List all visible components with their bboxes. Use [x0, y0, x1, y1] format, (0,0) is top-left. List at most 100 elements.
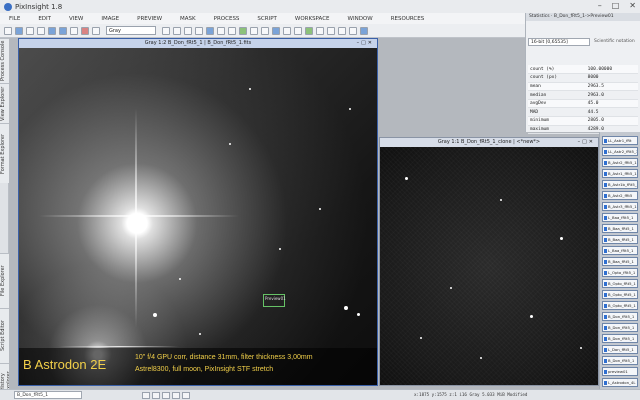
image-window-clone[interactable]: Gray 1:1 B_Don_fRt5_1_clone | <*new*> –□… — [379, 137, 599, 386]
zoom-fit-icon[interactable] — [184, 26, 192, 35]
clone-image[interactable] — [380, 147, 598, 385]
image-icon[interactable]: B_Astr1_fRt5_1 — [602, 169, 638, 178]
menu-window[interactable]: WINDOW — [339, 16, 382, 22]
image-icon[interactable]: B_Astr3_fRt5_1 — [602, 202, 638, 211]
mask-icon[interactable] — [81, 26, 89, 35]
next-frame-icon[interactable] — [172, 391, 180, 399]
image-icon[interactable]: LL_Astr1_fRt — [602, 136, 638, 145]
image-icon[interactable]: B_Don_fRt5_1 — [602, 356, 638, 365]
active-view-select[interactable]: B_Don_fRt5_1 — [14, 391, 82, 399]
select-icon[interactable] — [217, 26, 225, 35]
tab-file-explorer[interactable]: File Explorer — [0, 253, 9, 308]
menu-mask[interactable]: MASK — [171, 16, 205, 22]
image-icon[interactable]: B_Opto_fRt5_1 — [602, 290, 638, 299]
save-icon[interactable] — [26, 26, 34, 35]
image-icon[interactable]: B_Astr2_fRt5 — [602, 191, 638, 200]
caption-line-2: Astrel8300, full moon, PixInsight STF st… — [135, 366, 274, 373]
auto-stretch-icon[interactable] — [272, 26, 280, 35]
image-icon[interactable]: B_Baa_fRt5_1 — [602, 224, 638, 233]
tab-script-editor[interactable]: Script Editor — [0, 308, 9, 363]
menu-workspace[interactable]: WORKSPACE — [286, 16, 339, 22]
window-controls-icon[interactable]: –□✕ — [357, 39, 374, 48]
statistics-icon[interactable] — [338, 26, 346, 35]
image-icon[interactable]: L_Don_fRt5_1 — [602, 345, 638, 354]
image-icon[interactable]: L_Baa_fRt5_1 — [602, 213, 638, 222]
close-icon[interactable]: ✕ — [629, 1, 636, 10]
maximize-icon[interactable]: □ — [612, 1, 620, 10]
first-frame-icon[interactable] — [142, 391, 150, 399]
statistics-table: count (%) 100.00000 count (px) 8000 mean 29… — [528, 65, 638, 135]
image-icon[interactable]: L_Baa_fRt5_1 — [602, 246, 638, 255]
app-title: PixInsight 1.8 — [15, 2, 63, 11]
new-image-icon[interactable] — [4, 26, 12, 35]
image-icon[interactable]: B_Don_fRt5_1 — [602, 323, 638, 332]
readout-icon[interactable] — [294, 26, 302, 35]
menu-edit[interactable]: EDIT — [29, 16, 60, 22]
image-icon[interactable]: B_Opto_fRt5_1 — [602, 279, 638, 288]
tab-format-explorer[interactable]: Format Explorer — [0, 123, 9, 183]
image-icon[interactable]: preview01 — [602, 367, 638, 376]
status-controls — [142, 391, 190, 399]
star — [279, 248, 281, 250]
image-icon[interactable]: B_Opto_fRt5_1 — [602, 301, 638, 310]
view-mode-select[interactable]: Gray — [106, 26, 156, 35]
zoom-1-1-icon[interactable] — [195, 26, 203, 35]
open-icon[interactable] — [15, 26, 23, 35]
explorer-icon[interactable] — [327, 26, 335, 35]
image-icon[interactable]: L_Astrodon_4L — [602, 378, 638, 387]
histogram-icon[interactable] — [349, 26, 357, 35]
image-icon[interactable]: B_Astr1b_fRt5_1 — [602, 180, 638, 189]
prev-frame-icon[interactable] — [152, 391, 160, 399]
image-window-main-title[interactable]: Gray 1:2 B_Don_fRt5_1 | B_Don_fRt5_1.fit… — [19, 39, 377, 48]
menu-resources[interactable]: RESOURCES — [382, 16, 434, 22]
minimize-icon[interactable]: – — [598, 1, 602, 10]
menu-preview[interactable]: PREVIEW — [128, 16, 171, 22]
diffraction-spike — [39, 215, 239, 217]
image-icon[interactable]: B_Baa_fRt5_1 — [602, 257, 638, 266]
delete-preview-icon[interactable] — [250, 26, 258, 35]
table-row: MAD 44.5 — [528, 107, 638, 118]
stf-icon[interactable] — [261, 26, 269, 35]
pan-icon[interactable] — [206, 26, 214, 35]
star — [420, 337, 422, 339]
image-icon[interactable]: LL_Astr2_fRt5_1 — [602, 147, 638, 156]
star-field-image[interactable]: Preview01 B Astrodon 2E 10" f/4 GPU corr… — [19, 48, 377, 385]
zoom-out-icon[interactable] — [173, 26, 181, 35]
play-icon[interactable] — [162, 391, 170, 399]
tab-process-console[interactable]: Process Console — [0, 38, 9, 83]
menu-view[interactable]: VIEW — [60, 16, 92, 22]
menu-process[interactable]: PROCESS — [205, 16, 249, 22]
track-view-icon[interactable] — [283, 26, 291, 35]
image-icon[interactable]: B_Don_fRt5_1 — [602, 312, 638, 321]
settings-icon[interactable] — [360, 26, 368, 35]
star — [153, 313, 157, 317]
menu-file[interactable]: FILE — [0, 16, 29, 22]
star — [249, 88, 251, 90]
image-icon[interactable]: B_Don_fRt5_1 — [602, 334, 638, 343]
scientific-notation-checkbox[interactable]: Scientific notation — [594, 38, 635, 46]
statistics-range-select[interactable]: 16-bit [0,65535] — [528, 38, 590, 46]
image-window-clone-title[interactable]: Gray 1:1 B_Don_fRt5_1_clone | <*new*> –□… — [380, 138, 598, 147]
preview-box[interactable]: Preview01 — [263, 294, 286, 307]
redo-icon[interactable] — [59, 26, 67, 35]
channel-icon[interactable] — [92, 26, 100, 35]
reset-icon[interactable] — [70, 26, 78, 35]
menu-image[interactable]: IMAGE — [92, 16, 128, 22]
new-preview-icon[interactable] — [239, 26, 247, 35]
image-icon[interactable]: B_Baa_fRt5_1 — [602, 235, 638, 244]
menu-script[interactable]: SCRIPT — [248, 16, 285, 22]
close-image-icon[interactable] — [37, 26, 45, 35]
preview-icon[interactable] — [228, 26, 236, 35]
image-window-main[interactable]: Gray 1:2 B_Don_fRt5_1 | B_Don_fRt5_1.fit… — [18, 38, 378, 386]
star — [580, 347, 582, 349]
process-icon[interactable] — [305, 26, 313, 35]
undo-icon[interactable] — [48, 26, 56, 35]
zoom-in-icon[interactable] — [162, 26, 170, 35]
image-icon[interactable]: B_Astr2_fRt5_1 — [602, 158, 638, 167]
script-icon[interactable] — [316, 26, 324, 35]
tab-view-explorer[interactable]: View Explorer — [0, 83, 9, 123]
image-icon[interactable]: L_Opto_fRt5_1 — [602, 268, 638, 277]
diffraction-spike — [59, 346, 179, 347]
window-controls-icon[interactable]: –□✕ — [578, 138, 595, 147]
last-frame-icon[interactable] — [182, 391, 190, 399]
